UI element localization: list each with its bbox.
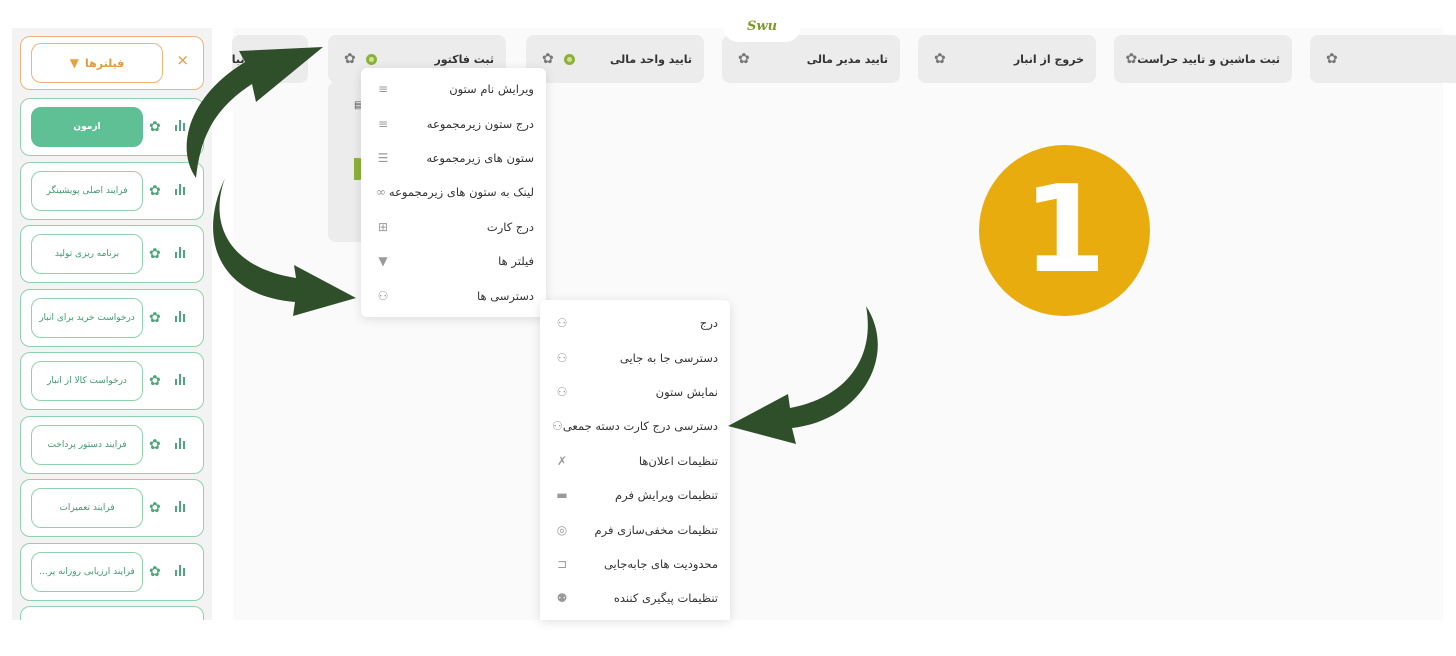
move-limit-icon: ⊏ (556, 556, 568, 571)
process-item (20, 606, 204, 620)
process-button[interactable]: فرایند ارزیابی روزانه پر... (31, 551, 143, 592)
process-item: فرایند دستور پرداخت ✿ (20, 415, 204, 474)
filter-icon: ▼ (69, 56, 79, 70)
process-item: فرایند تعمیرات ✿ (20, 479, 204, 537)
process-item: فرایند ارزیابی روزانه پر... ✿ (20, 542, 204, 601)
edit-lines-icon: ≡ (377, 82, 389, 97)
process-item: ازمون ✿ (20, 98, 204, 156)
user-gear-icon: ⚇ (556, 384, 568, 399)
bar-chart-icon[interactable] (175, 498, 185, 512)
process-button[interactable]: فرایند تعمیرات (31, 488, 143, 528)
plus-box-icon: ⊞ (377, 219, 389, 234)
column-header[interactable]: تایید واحد انبار (232, 35, 308, 83)
gear-icon[interactable]: ✿ (542, 51, 554, 67)
menu-item-form-edit[interactable]: تنظیمات ویرایش فرم ▬ (540, 478, 730, 512)
process-item: درخواست کالا از انبار ✿ (20, 352, 204, 410)
gear-icon[interactable]: ✿ (149, 246, 161, 262)
clear-filter-icon[interactable]: ⨯ (176, 51, 189, 69)
menu-item-insert-card[interactable]: درج کارت ⊞ (361, 210, 546, 244)
app-logo: Swu (724, 10, 800, 42)
bar-chart-icon[interactable] (175, 181, 185, 195)
column-settings-menu: ویرایش نام ستون ≡ درج ستون زیرمجموعه ≡ س… (361, 68, 546, 317)
filters-button[interactable]: فیلترها ▼ (31, 43, 163, 83)
menu-item-rename-column[interactable]: ویرایش نام ستون ≡ (361, 72, 546, 106)
bar-chart-icon[interactable] (175, 244, 185, 258)
filter-icon: ▼ (378, 254, 388, 269)
column-header[interactable]: تایید مدیر مالی ✿ (722, 35, 900, 83)
bell-off-icon: ✗ (556, 453, 568, 468)
gear-icon[interactable]: ✿ (149, 183, 161, 199)
gear-icon[interactable]: ✿ (1326, 51, 1338, 67)
menu-item-filters[interactable]: فیلتر ها ▼ (361, 244, 546, 278)
gear-icon[interactable]: ✿ (149, 500, 161, 516)
gear-icon[interactable]: ✿ (738, 51, 750, 67)
column-title: خروج از انبار (1013, 52, 1084, 66)
column-title: تایید واحد مالی (610, 52, 692, 66)
column-title: ثبت فاکتور (434, 52, 494, 66)
list-icon: ☰ (377, 150, 389, 165)
bar-chart-icon[interactable] (175, 308, 185, 322)
menu-item-form-hide[interactable]: تنظیمات مخفی‌سازی فرم ◎ (540, 512, 730, 546)
gear-icon[interactable]: ✿ (934, 51, 946, 67)
menu-item-access[interactable]: دسترسی ها ⚇ (361, 278, 546, 312)
process-button[interactable]: فرایند دستور پرداخت (31, 424, 143, 465)
gear-icon[interactable]: ✿ (149, 373, 161, 389)
process-button[interactable]: فرایند اصلی پویشینگر (31, 170, 143, 211)
menu-item-move-limits[interactable]: محدودیت های جابه‌جایی ⊏ (540, 547, 730, 581)
link-icon: ∞ (375, 185, 386, 200)
menu-item-notifications[interactable]: تنظیمات اعلان‌ها ✗ (540, 444, 730, 478)
gear-icon[interactable]: ✿ (149, 119, 161, 135)
user-gear-icon: ⚇ (552, 419, 563, 434)
process-item: فرایند اصلی پویشینگر ✿ (20, 161, 204, 220)
bar-chart-icon[interactable] (175, 435, 185, 449)
gear-icon[interactable]: ✿ (149, 564, 161, 580)
column-title: تایید مدیر مالی (806, 52, 888, 66)
process-button[interactable]: ازمون (31, 107, 143, 147)
menu-item-followers[interactable]: تنظیمات پیگیری کننده ⚉ (540, 581, 730, 615)
bar-chart-icon[interactable] (175, 117, 185, 131)
menu-item-show-column[interactable]: نمایش ستون ⚇ (540, 375, 730, 409)
user-gear-icon: ⚇ (556, 316, 568, 331)
menu-item-link-subcolumns[interactable]: لینک به ستون های زیرمجموعه ∞ (361, 175, 546, 209)
form-edit-icon: ▬ (556, 488, 568, 503)
user-gear-icon: ⚇ (556, 350, 568, 365)
bar-chart-icon[interactable] (175, 562, 185, 576)
menu-item-insert[interactable]: درج ⚇ (540, 306, 730, 340)
gear-icon[interactable]: ✿ (1125, 51, 1137, 67)
gear-icon[interactable]: ✿ (149, 310, 161, 326)
filters-label: فیلترها (84, 56, 125, 70)
column-header[interactable]: تایید واحد مالی ✿ (526, 35, 704, 83)
eye-off-icon: ◎ (556, 522, 568, 537)
process-button[interactable]: درخواست خرید برای انبار (31, 297, 143, 338)
column-title: ثبت ماشین و تایید حراست (1137, 52, 1280, 66)
process-item: درخواست خرید برای انبار ✿ (20, 288, 204, 347)
column-header[interactable]: ثبت ماشین و تایید حراست ✿ (1114, 35, 1292, 83)
user-gear-icon: ⚇ (377, 288, 389, 303)
column-header[interactable]: ✿ (1310, 35, 1456, 83)
filter-panel: فیلترها ▼ ⨯ (20, 36, 204, 90)
process-button[interactable]: درخواست کالا از انبار (31, 361, 143, 401)
gear-icon[interactable]: ✿ (149, 437, 161, 453)
gear-icon[interactable]: ✿ (344, 51, 356, 67)
screenshot-stage: Swu ✿ ثبت ماشین و تایید حراست ✿ خروج از … (0, 0, 1456, 656)
status-dot-icon (563, 53, 575, 65)
menu-item-subcolumns[interactable]: ستون های زیرمجموعه ☰ (361, 141, 546, 175)
process-sidebar: فیلترها ▼ ⨯ ازمون ✿ فرایند اصلی پویشینگر ✿ ب… (12, 28, 212, 620)
process-button[interactable]: برنامه ریزی تولید (31, 234, 143, 274)
menu-item-bulk-insert[interactable]: دسترسی درج کارت دسته جمعی ⚇ (540, 409, 730, 443)
bar-chart-icon[interactable] (175, 371, 185, 385)
menu-item-add-subcolumn[interactable]: درج ستون زیرمجموعه ≡ (361, 106, 546, 140)
column-title: تایید واحد انبار (232, 52, 304, 66)
users-icon: ⚉ (556, 591, 568, 606)
list-add-icon: ≡ (377, 116, 389, 131)
access-submenu: درج ⚇ دسترسی جا به جایی ⚇ نمایش ستون ⚇ د… (540, 300, 730, 620)
process-item: برنامه ریزی تولید ✿ (20, 225, 204, 283)
column-header[interactable]: خروج از انبار ✿ (918, 35, 1096, 83)
status-dot-icon (365, 53, 377, 65)
step-number-badge: 1 (979, 145, 1150, 316)
menu-item-move-access[interactable]: دسترسی جا به جایی ⚇ (540, 340, 730, 374)
